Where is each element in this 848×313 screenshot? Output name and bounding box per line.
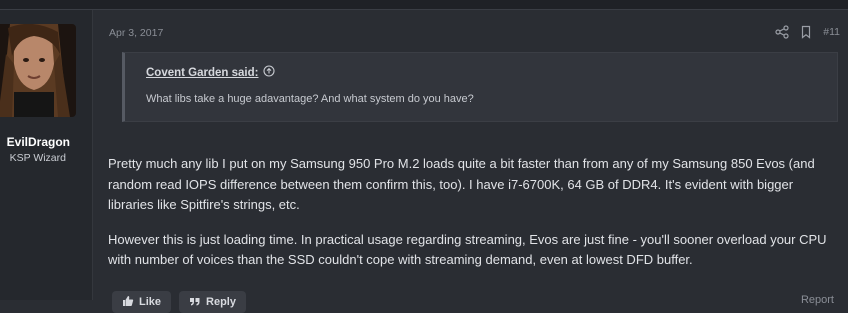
reply-button[interactable]: Reply — [179, 291, 246, 313]
username[interactable]: EvilDragon — [0, 135, 70, 149]
user-title: KSP Wizard — [9, 152, 66, 164]
post-paragraph: Pretty much any lib I put on my Samsung … — [108, 156, 815, 212]
report-link[interactable]: Report — [801, 294, 834, 306]
quote-author-label: Covent Garden said: — [146, 66, 259, 79]
share-icon[interactable] — [775, 25, 789, 39]
arrow-up-circle-icon[interactable] — [263, 65, 276, 80]
reaction-bar: Like Reply — [112, 291, 246, 313]
post-actions: #11 — [775, 25, 840, 39]
thumbs-up-icon — [122, 295, 134, 310]
reply-label: Reply — [206, 296, 236, 308]
top-nav-bar — [0, 0, 848, 10]
post-footer-actions: Report — [801, 294, 834, 306]
like-button[interactable]: Like — [112, 291, 172, 313]
post-number-link[interactable]: #11 — [823, 26, 840, 38]
user-avatar[interactable] — [0, 24, 76, 117]
post-paragraph: However this is just loading time. In pr… — [108, 231, 827, 268]
quote-author-link[interactable]: Covent Garden said: — [146, 65, 276, 80]
post-body: Pretty much any lib I put on my Samsung … — [108, 154, 828, 285]
quote-text: What libs take a huge adavantage? And wh… — [146, 93, 474, 105]
quote-block: Covent Garden said: What libs take a hug… — [122, 52, 838, 122]
bookmark-icon[interactable] — [799, 25, 813, 39]
post-user-column: EvilDragon KSP Wizard — [0, 10, 93, 300]
quote-reply-icon — [189, 295, 201, 310]
post-date[interactable]: Apr 3, 2017 — [109, 27, 163, 39]
like-label: Like — [139, 296, 162, 308]
